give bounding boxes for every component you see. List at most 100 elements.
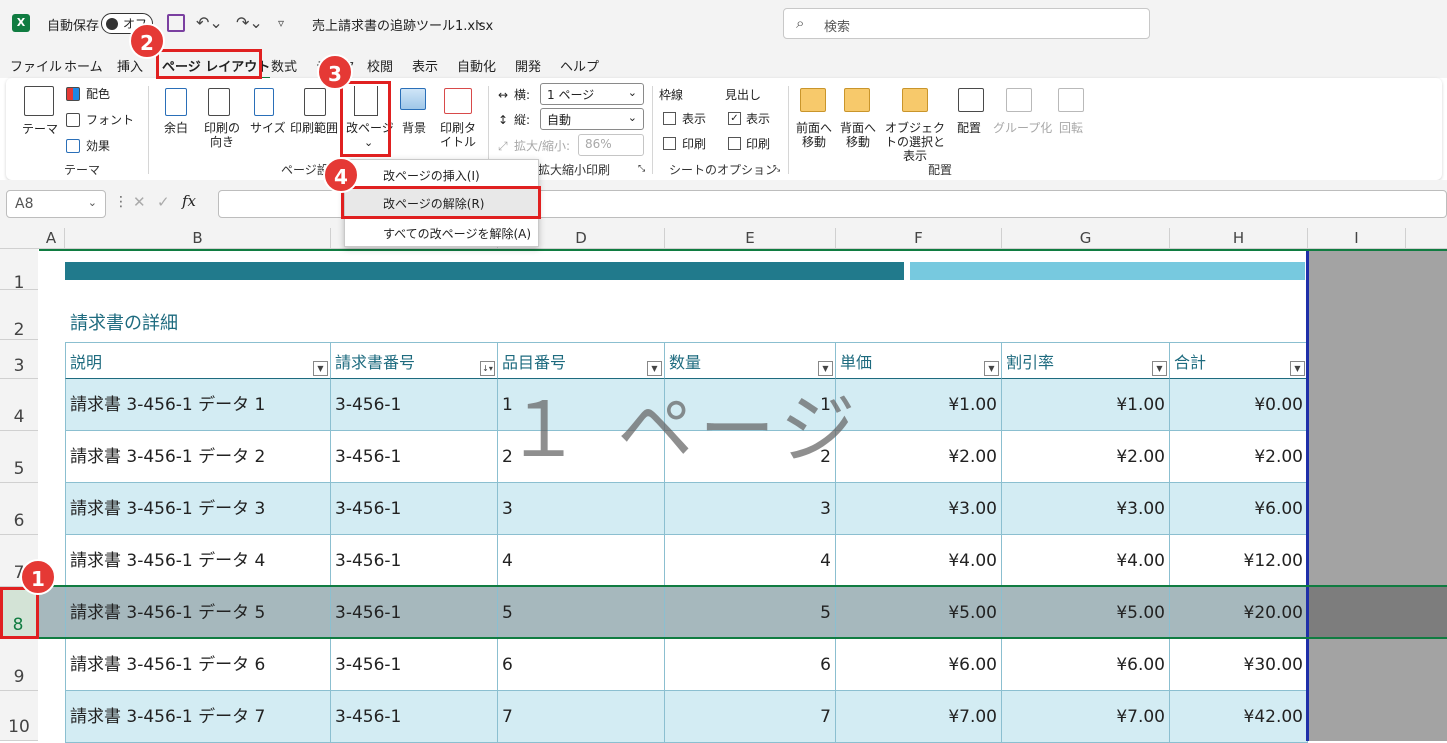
table-header-invoice-number[interactable]: 請求書番号 ↓▾ (331, 342, 498, 379)
dialog-launcher-icon[interactable]: ⤡ (773, 164, 780, 174)
orientation-button[interactable]: 印刷の向き (202, 121, 242, 149)
group-button[interactable]: グループ化 (993, 121, 1052, 135)
table-header-item-number[interactable]: 品目番号 ▼ (498, 342, 665, 379)
table-cell-discount[interactable]: ¥2.00 (1002, 431, 1170, 483)
table-cell-quantity[interactable]: 6 (665, 639, 836, 691)
table-cell-description[interactable]: 請求書 3-456-1 データ 1 (65, 379, 331, 431)
insert-function-icon[interactable]: fx (182, 192, 196, 210)
send-backward-button[interactable]: 背面へ移動 (838, 121, 878, 149)
table-cell-quantity[interactable]: 2 (665, 431, 836, 483)
table-cell-unit-price[interactable]: ¥1.00 (836, 379, 1002, 431)
background-button[interactable]: 背景 (402, 121, 426, 135)
save-icon[interactable] (167, 14, 185, 32)
row-header-10[interactable]: 10 (0, 691, 38, 741)
table-cell-total[interactable]: ¥20.00 (1170, 587, 1308, 639)
table-cell-unit-price[interactable]: ¥3.00 (836, 483, 1002, 535)
table-cell-total[interactable]: ¥42.00 (1170, 691, 1308, 743)
dialog-launcher-icon[interactable]: ⤡ (638, 164, 645, 174)
row-header-2[interactable]: 2 (0, 290, 38, 340)
search-box[interactable]: ⌕ 検索 (783, 8, 1150, 39)
tab-insert[interactable]: 挿入 (117, 56, 143, 75)
height-select[interactable]: 自動 ⌄ (540, 108, 644, 130)
table-cell-item-number[interactable]: 2 (498, 431, 665, 483)
table-cell-invoice-number[interactable]: 3-456-1 (331, 691, 498, 743)
table-header-total[interactable]: 合計 ▼ (1170, 342, 1308, 379)
table-header-unit-price[interactable]: 単価 ▼ (836, 342, 1002, 379)
table-cell-invoice-number[interactable]: 3-456-1 (331, 431, 498, 483)
sort-filter-icon[interactable]: ↓▾ (480, 361, 495, 376)
table-cell-description[interactable]: 請求書 3-456-1 データ 5 (65, 587, 331, 639)
filter-dropdown-icon[interactable]: ▼ (984, 361, 999, 376)
reset-all-page-breaks-item[interactable]: すべての改ページを解除(A) (345, 219, 540, 247)
column-header-i[interactable]: I (1308, 228, 1406, 249)
name-box[interactable]: A8 ⌄ (6, 190, 106, 218)
table-cell-quantity[interactable]: 7 (665, 691, 836, 743)
row-header-6[interactable]: 6 (0, 483, 38, 535)
size-button[interactable]: サイズ (250, 121, 286, 135)
table-header-discount[interactable]: 割引率 ▼ (1002, 342, 1170, 379)
tab-help[interactable]: ヘルプ (560, 56, 599, 75)
width-select[interactable]: 1 ページ ⌄ (540, 83, 644, 105)
table-cell-total[interactable]: ¥0.00 (1170, 379, 1308, 431)
cancel-icon[interactable]: ✕ (133, 193, 146, 211)
chevron-down-icon[interactable]: ⌄ (475, 14, 485, 28)
margins-button[interactable]: 余白 (164, 121, 188, 135)
table-cell-total[interactable]: ¥6.00 (1170, 483, 1308, 535)
table-cell-item-number[interactable]: 4 (498, 535, 665, 587)
filter-dropdown-icon[interactable]: ▼ (1290, 361, 1305, 376)
tab-automate[interactable]: 自動化 (457, 56, 496, 75)
column-header-a[interactable]: A (38, 228, 65, 249)
gridlines-print-checkbox[interactable] (663, 137, 676, 150)
row-header-1[interactable]: 1 (0, 249, 38, 293)
insert-page-break-item[interactable]: 改ページの挿入(I) (345, 161, 540, 189)
table-cell-discount[interactable]: ¥1.00 (1002, 379, 1170, 431)
row-header-3[interactable]: 3 (0, 340, 38, 379)
table-cell-description[interactable]: 請求書 3-456-1 データ 6 (65, 639, 331, 691)
tab-formulas[interactable]: 数式 (271, 56, 297, 75)
table-cell-description[interactable]: 請求書 3-456-1 データ 4 (65, 535, 331, 587)
table-cell-unit-price[interactable]: ¥6.00 (836, 639, 1002, 691)
column-header-g[interactable]: G (1002, 228, 1170, 249)
table-cell-item-number[interactable]: 3 (498, 483, 665, 535)
enter-icon[interactable]: ✓ (157, 193, 170, 211)
bring-forward-button[interactable]: 前面へ移動 (794, 121, 834, 149)
table-cell-discount[interactable]: ¥6.00 (1002, 639, 1170, 691)
filter-dropdown-icon[interactable]: ▼ (1152, 361, 1167, 376)
table-cell-invoice-number[interactable]: 3-456-1 (331, 639, 498, 691)
fonts-button[interactable]: フォント (86, 113, 134, 127)
table-cell-quantity[interactable]: 5 (665, 587, 836, 639)
undo-icon[interactable]: ↶⌄ (196, 13, 223, 32)
table-cell-quantity[interactable]: 1 (665, 379, 836, 431)
themes-button[interactable]: テーマ (22, 122, 58, 136)
table-cell-discount[interactable]: ¥7.00 (1002, 691, 1170, 743)
table-cell-item-number[interactable]: 1 (498, 379, 665, 431)
print-titles-button[interactable]: 印刷タイトル (438, 121, 478, 149)
table-cell-total[interactable]: ¥30.00 (1170, 639, 1308, 691)
selection-pane-button[interactable]: オブジェクトの選択と表示 (882, 121, 948, 163)
filter-dropdown-icon[interactable]: ▼ (818, 361, 833, 376)
table-cell-description[interactable]: 請求書 3-456-1 データ 2 (65, 431, 331, 483)
scale-input[interactable]: 86% (578, 134, 644, 156)
table-cell-description[interactable]: 請求書 3-456-1 データ 7 (65, 691, 331, 743)
tab-file[interactable]: ファイル (10, 56, 62, 75)
table-cell-total[interactable]: ¥2.00 (1170, 431, 1308, 483)
table-header-description[interactable]: 説明 ▼ (65, 342, 331, 379)
table-cell-item-number[interactable]: 5 (498, 587, 665, 639)
tab-page-layout[interactable]: ページ レイアウト (162, 56, 271, 80)
remove-page-break-item[interactable]: 改ページの解除(R) (345, 189, 540, 217)
row-header-8[interactable]: 8 (0, 587, 38, 639)
table-cell-invoice-number[interactable]: 3-456-1 (331, 535, 498, 587)
tab-view[interactable]: 表示 (412, 56, 438, 75)
table-header-quantity[interactable]: 数量 ▼ (665, 342, 836, 379)
align-button[interactable]: 配置 (957, 121, 981, 135)
row-header-9[interactable]: 9 (0, 639, 38, 691)
table-cell-unit-price[interactable]: ¥5.00 (836, 587, 1002, 639)
redo-icon[interactable]: ↷⌄ (236, 13, 263, 32)
filter-dropdown-icon[interactable]: ▼ (313, 361, 328, 376)
table-cell-quantity[interactable]: 3 (665, 483, 836, 535)
headings-print-checkbox[interactable] (728, 137, 741, 150)
headings-view-checkbox[interactable]: ✓ (728, 112, 741, 125)
column-header-b[interactable]: B (65, 228, 331, 249)
table-cell-invoice-number[interactable]: 3-456-1 (331, 587, 498, 639)
table-cell-quantity[interactable]: 4 (665, 535, 836, 587)
